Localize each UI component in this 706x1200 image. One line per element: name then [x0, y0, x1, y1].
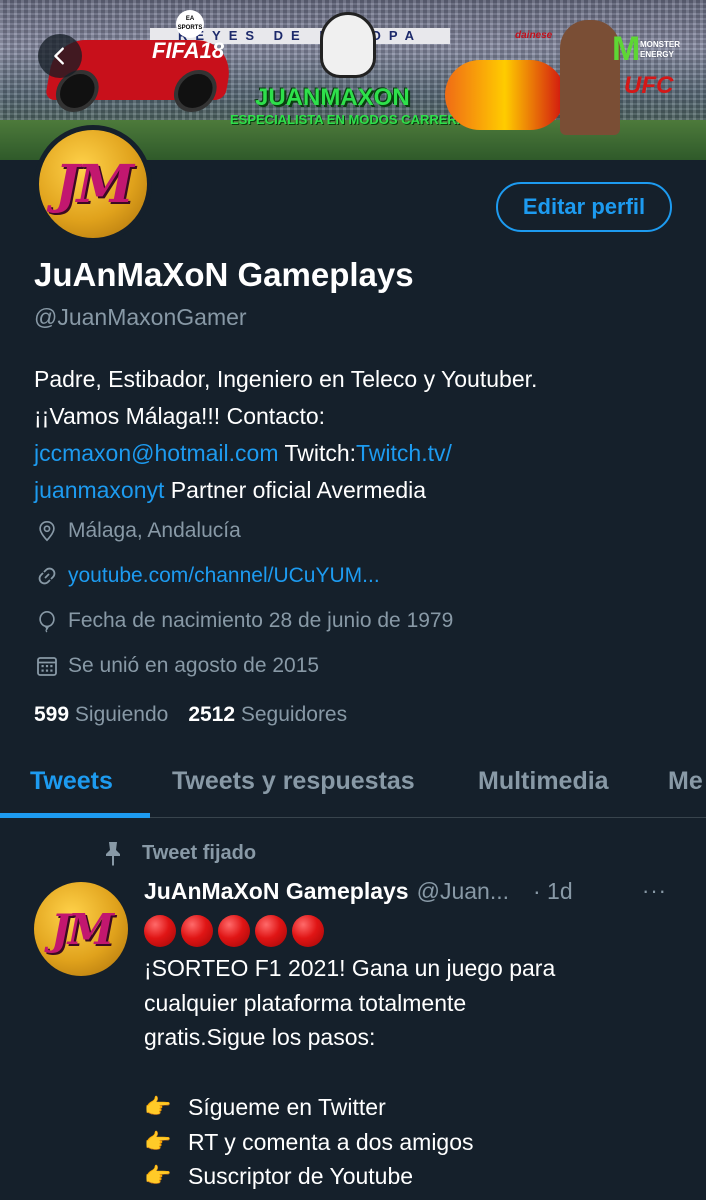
bio-line-1: Padre, Estibador, Ingeniero en Teleco y …: [34, 366, 538, 392]
tweet-text-line-2: cualquier plataforma totalmente: [144, 989, 467, 1016]
active-tab-indicator: [0, 813, 150, 818]
pinned-label-text: Tweet fijado: [142, 841, 257, 864]
monster-claw-logo: M: [612, 30, 641, 68]
bio-partner-text: Partner oficial Avermedia: [164, 477, 427, 503]
edit-profile-button[interactable]: Editar perfil: [496, 182, 672, 232]
fighter-image: [560, 20, 620, 135]
pointing-hand-icon: 👉: [144, 1128, 172, 1154]
calendar-icon: [34, 653, 60, 679]
avatar-monogram: JM: [54, 153, 134, 215]
birthday-text: Fecha de nacimiento 28 de junio de 1979: [68, 609, 454, 632]
followers-count: 2512: [188, 703, 236, 726]
tab-likes[interactable]: Me: [668, 748, 703, 818]
tab-tweets[interactable]: Tweets: [30, 748, 113, 818]
step-text: Suscriptor de Youtube: [188, 1163, 414, 1189]
tweet-timestamp[interactable]: · 1d: [533, 878, 573, 905]
bio-line-2: ¡¡Vamos Málaga!!! Contacto:: [34, 403, 326, 429]
location-pin-icon: [34, 518, 60, 544]
list-item: 👉 Suscriptor de Youtube: [144, 1159, 474, 1194]
location-text: Málaga, Andalucía: [68, 519, 241, 542]
pointing-hand-icon: 👉: [144, 1163, 172, 1188]
tweet-text-line-1: ¡SORTEO F1 2021! Gana un juego para: [144, 955, 556, 981]
tweet-header: JuAnMaXoN Gameplays @Juan... · 1d ···: [144, 878, 684, 905]
profile-bio: Padre, Estibador, Ingeniero en Teleco y …: [34, 361, 674, 509]
red-circle-emoji: [292, 915, 324, 947]
profile-handle: @JuanMaxonGamer: [34, 304, 247, 330]
website-link[interactable]: youtube.com/channel/UCuYUM...: [68, 564, 380, 588]
tweet-author-name[interactable]: JuAnMaXoN Gameplays: [144, 878, 409, 905]
pinned-tweet-label: Tweet fijado: [100, 840, 256, 866]
avatar-image: JM: [39, 130, 147, 238]
tab-tweets-and-replies[interactable]: Tweets y respuestas: [172, 748, 415, 818]
tweet-steps-list: 👉 Sígueme en Twitter 👉 RT y comenta a do…: [144, 1090, 474, 1194]
follow-stats: 599 Siguiendo 2512 Seguidores: [34, 703, 347, 727]
fifa-logo: FIFA18: [152, 38, 225, 63]
tweet-text-line-3: gratis.Sigue los pasos:: [144, 1024, 376, 1050]
bio-twitch-prefix: Twitch:: [278, 440, 357, 466]
followers-label: Seguidores: [240, 703, 348, 726]
more-options-icon[interactable]: ···: [642, 878, 667, 904]
list-item: 👉 Sígueme en Twitter: [144, 1090, 474, 1125]
bio-twitch-link-continued[interactable]: juanmaxonyt: [34, 477, 164, 503]
profile-birthday: Fecha de nacimiento 28 de junio de 1979: [34, 608, 453, 634]
profile-name: JuAnMaXoN Gameplays: [34, 256, 414, 293]
red-circle-emoji: [218, 915, 250, 947]
following-link[interactable]: 599 Siguiendo: [34, 703, 168, 726]
red-circle-emoji: [181, 915, 213, 947]
back-arrow-icon: [54, 47, 64, 65]
step-text: Sígueme en Twitter: [188, 1094, 386, 1120]
step-text: RT y comenta a dos amigos: [188, 1128, 474, 1155]
dainese-logo: dainese: [515, 30, 553, 41]
list-item: 👉 RT y comenta a dos amigos: [144, 1125, 474, 1160]
bio-twitch-link[interactable]: Twitch.tv/: [356, 440, 452, 466]
pointing-hand-icon: 👉: [144, 1094, 172, 1119]
back-button[interactable]: [38, 34, 82, 78]
following-count: 599: [34, 703, 70, 726]
link-icon: [34, 563, 60, 589]
banner-tagline: ESPECIALISTA EN MODOS CARRERA: [230, 112, 467, 127]
tweet-author-avatar[interactable]: JM: [34, 882, 128, 976]
ufc-logo: UFC: [624, 72, 674, 99]
helmet-image: [320, 12, 376, 78]
balloon-icon: [34, 608, 60, 634]
banner-brand-text: JUANMAXON: [255, 84, 410, 111]
tweet-author-handle[interactable]: @Juan...: [417, 878, 509, 905]
joined-text: Se unió en agosto de 2015: [68, 654, 320, 677]
bio-email-link[interactable]: jccmaxon@hotmail.com: [34, 440, 278, 466]
profile-location: Málaga, Andalucía: [34, 518, 241, 544]
tweet-body: ¡SORTEO F1 2021! Gana un juego para cual…: [144, 951, 684, 1055]
profile-tabs: Tweets Tweets y respuestas Multimedia Me: [0, 748, 706, 818]
ea-sports-logo: EA SPORTS: [176, 10, 204, 38]
following-label: Siguiendo: [74, 703, 169, 726]
pin-icon: [100, 840, 126, 866]
followers-link[interactable]: 2512 Seguidores: [188, 703, 347, 726]
profile-joined: Se unió en agosto de 2015: [34, 653, 319, 679]
tab-media[interactable]: Multimedia: [478, 748, 609, 818]
tweet-avatar-monogram: JM: [50, 904, 114, 954]
red-circle-emoji: [144, 915, 176, 947]
profile-website[interactable]: youtube.com/channel/UCuYUM...: [34, 563, 380, 589]
tweet-avatar-image: JM: [34, 882, 128, 976]
monster-energy-logo: MONSTER ENERGY: [640, 40, 680, 59]
red-circle-emoji: [255, 915, 287, 947]
profile-avatar[interactable]: JM: [34, 125, 152, 243]
tweet-emoji-row: [144, 915, 329, 947]
motorbike-image: [445, 60, 565, 130]
